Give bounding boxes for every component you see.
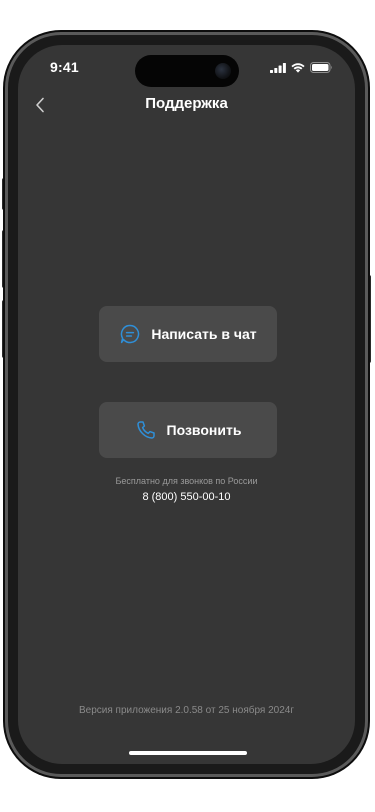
write-to-chat-label: Написать в чат [151,326,257,342]
call-label: Позвонить [166,422,242,438]
free-call-hint: Бесплатно для звонков по России [115,476,258,486]
status-time: 9:41 [50,59,79,75]
front-camera-icon [215,63,231,79]
chat-bubble-icon [119,323,141,345]
app-version: Версия приложения 2.0.58 от 25 ноября 20… [78,705,295,716]
canvas: 9:41 Поддержка Написать в чат Позвонить … [0,0,375,812]
write-to-chat-button[interactable]: Написать в чат [99,306,277,362]
battery-icon [310,62,332,73]
cellular-signal-icon [270,62,286,73]
page-title: Поддержка [145,95,228,112]
wifi-icon [291,62,305,73]
call-button[interactable]: Позвонить [99,402,277,458]
home-indicator[interactable] [129,751,247,755]
navigation-bar: Поддержка [18,91,355,119]
status-icons [270,62,333,73]
app-screen: 9:41 Поддержка Написать в чат Позвонить … [18,45,355,764]
support-phone-number[interactable]: 8 (800) 550-00-10 [18,491,355,503]
phone-icon [135,419,157,441]
dynamic-island [135,55,239,87]
